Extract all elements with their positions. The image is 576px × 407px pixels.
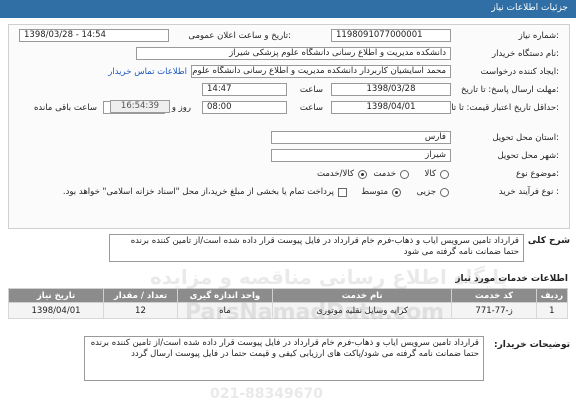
watermark-site: ParsNamadData.com <box>185 300 445 325</box>
validity-label: حداقل تاریخ اعتبار قیمت: تا تاریخ: <box>439 103 559 113</box>
province-field[interactable]: فارس <box>271 131 451 144</box>
buyer-notes-label: توضیحات خریدار: <box>494 340 570 350</box>
validity-date-field[interactable]: 1398/04/01 <box>331 101 451 114</box>
city-field[interactable]: شیراز <box>271 149 451 162</box>
buyer-label: نام دستگاه خریدار: <box>492 49 559 59</box>
category-service-label: خدمت <box>373 169 396 179</box>
need-number-field[interactable]: 1198091077000001 <box>331 29 451 42</box>
validity-time-field[interactable]: 08:00 <box>202 101 287 114</box>
buyer-field[interactable]: دانشکده مدیریت و اطلاع رسانی دانشگاه علو… <box>136 47 451 60</box>
process-type-label: نوع فرآیند خرید : <box>498 187 559 197</box>
announce-date-field[interactable]: 1398/03/28 - 14:54 <box>19 29 169 42</box>
creator-label: ایجاد کننده درخواست: <box>480 67 559 77</box>
reply-time-field[interactable]: 14:47 <box>202 83 287 96</box>
remaining-time-label: ساعت باقی مانده <box>33 103 97 113</box>
validity-time-label: ساعت <box>299 103 323 113</box>
watermark-phone: 021-88349670 <box>210 386 323 402</box>
category-goods-radio[interactable] <box>440 170 449 179</box>
cell-need-date: 1398/04/01 <box>7 302 105 319</box>
province-label: استان محل تحویل: <box>492 133 559 143</box>
remaining-days-label: روز و <box>171 103 191 113</box>
creator-field[interactable]: محمد آسایشیان کاربردار دانشکده مدیریت و … <box>191 65 451 78</box>
col-quantity: تعداد / مقدار <box>103 288 178 303</box>
treasury-payment-checkbox[interactable] <box>338 188 347 197</box>
page-header: جزئیات اطلاعات نیاز <box>0 0 576 18</box>
process-medium-radio[interactable] <box>392 188 401 197</box>
category-label: موضوع نوع: <box>515 169 559 179</box>
buyer-contact-link[interactable]: اطلاعات تماس خریدار <box>108 67 187 77</box>
cell-row: 1 <box>535 302 569 319</box>
category-both-label: کالا/خدمت <box>317 169 354 179</box>
category-service-radio[interactable] <box>400 170 409 179</box>
reply-deadline-label: مهلت ارسال پاسخ: تا تاریخ: <box>461 85 559 95</box>
cell-quantity: 12 <box>103 302 178 319</box>
watermark-text: پایگاه اطلاع رسانی مناقصه و مزایده <box>150 265 508 289</box>
need-number-label: شماره نیاز: <box>518 31 559 41</box>
need-details-panel: شماره نیاز: 1198091077000001 تاریخ و ساع… <box>8 24 570 229</box>
process-partial-radio[interactable] <box>440 188 449 197</box>
page-title: جزئیات اطلاعات نیاز <box>491 3 568 13</box>
treasury-payment-note: پرداخت تمام یا بخشی از مبلغ خرید،از محل … <box>62 187 334 197</box>
city-label: شهر محل تحویل: <box>497 151 559 161</box>
category-both-radio[interactable] <box>358 170 367 179</box>
process-medium-label: متوسط <box>361 187 388 197</box>
category-goods-label: کالا <box>424 169 436 179</box>
col-row: ردیف <box>535 288 569 303</box>
reply-time-label: ساعت <box>299 85 323 95</box>
reply-date-field[interactable]: 1398/03/28 <box>331 83 451 96</box>
col-service-code: کد خدمت <box>451 288 537 303</box>
process-partial-label: جزیی <box>416 187 436 197</box>
cell-service-code: ز-77-771 <box>451 302 537 319</box>
col-need-date: تاریخ نیاز <box>7 288 105 303</box>
general-desc-box[interactable]: قرارداد تامین سرویس ایاب و ذهاب-فرم خام … <box>109 234 524 262</box>
remaining-time-field: 16:54:39 <box>110 100 170 113</box>
buyer-notes-box[interactable]: قرارداد تامین سرویس ایاب و ذهاب-فرم خام … <box>84 336 484 381</box>
announce-date-label: تاریخ و ساعت اعلان عمومی: <box>188 31 291 41</box>
